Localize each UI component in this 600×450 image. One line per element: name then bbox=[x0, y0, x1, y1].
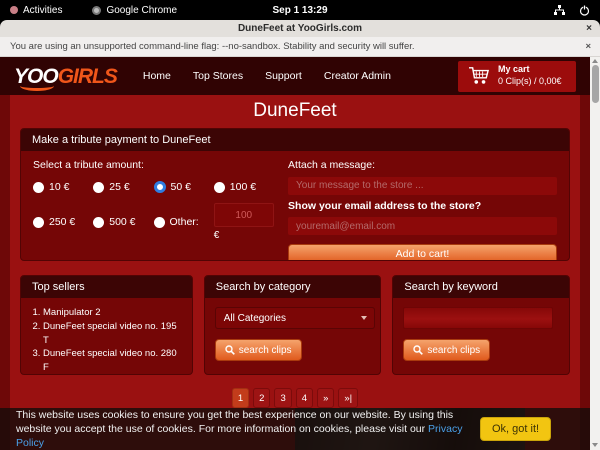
clock[interactable]: Sep 1 13:29 bbox=[0, 5, 600, 16]
search-category-panel: Search by category All Categories bbox=[204, 275, 382, 375]
page-button-3[interactable]: 3 bbox=[274, 388, 291, 408]
tribute-panel-header: Make a tribute payment to DuneFeet bbox=[21, 129, 569, 151]
scrollbar[interactable] bbox=[590, 57, 600, 450]
amount-option[interactable]: 250 € bbox=[33, 203, 93, 241]
page-button-2[interactable]: 2 bbox=[253, 388, 270, 408]
pagination: 1234»»| bbox=[10, 388, 580, 408]
browser-viewport: YOOGIRLS Home Top Stores Support Creator… bbox=[0, 57, 600, 450]
page-body: DuneFeet Make a tribute payment to DuneF… bbox=[0, 95, 590, 450]
radio-icon[interactable] bbox=[33, 182, 44, 193]
main-nav: Home Top Stores Support Creator Admin bbox=[143, 70, 391, 82]
top-seller-item[interactable]: DuneFeet special video no. 280 F bbox=[43, 347, 184, 375]
tribute-message-section: Attach a message: Show your email addres… bbox=[288, 159, 557, 261]
add-to-cart-button[interactable]: Add to cart! bbox=[288, 244, 557, 261]
cart-icon bbox=[468, 66, 490, 86]
page-button-1[interactable]: 1 bbox=[232, 388, 249, 408]
top-sellers-header: Top sellers bbox=[21, 276, 192, 298]
webpage: YOOGIRLS Home Top Stores Support Creator… bbox=[0, 57, 590, 450]
nav-item-top-stores[interactable]: Top Stores bbox=[193, 70, 243, 82]
site-header: YOOGIRLS Home Top Stores Support Creator… bbox=[0, 57, 590, 95]
top-seller-item[interactable]: Manipulator 2 bbox=[43, 306, 184, 320]
radio-icon[interactable] bbox=[33, 217, 44, 228]
cookie-text: This website uses cookies to ensure you … bbox=[0, 408, 480, 450]
network-icon bbox=[554, 5, 565, 16]
tribute-amounts-section: Select a tribute amount: 10 € 25 € 50 € 100… bbox=[33, 159, 274, 261]
amount-option-other[interactable]: Other: bbox=[154, 203, 214, 241]
search-keyword-panel: Search by keyword search clips bbox=[392, 275, 570, 375]
message-label: Attach a message: bbox=[288, 159, 557, 171]
other-label: Other: bbox=[170, 216, 199, 228]
logo-part2: GIRLS bbox=[58, 65, 117, 88]
bottom-panels: Top sellers Manipulator 2DuneFeet specia… bbox=[20, 275, 570, 375]
browser-warning-bar: You are using an unsupported command-lin… bbox=[0, 37, 600, 57]
warning-close-button[interactable]: × bbox=[585, 41, 591, 52]
search-keyword-header: Search by keyword bbox=[393, 276, 569, 298]
top-sellers-list: Manipulator 2DuneFeet special video no. … bbox=[21, 298, 192, 375]
scroll-up-icon[interactable] bbox=[592, 59, 598, 63]
search-icon bbox=[225, 345, 235, 355]
scroll-down-icon[interactable] bbox=[592, 443, 598, 447]
category-select[interactable]: All Categories bbox=[215, 307, 375, 329]
radio-icon[interactable] bbox=[154, 181, 166, 193]
scrollbar-thumb[interactable] bbox=[592, 65, 599, 103]
top-sellers-panel: Top sellers Manipulator 2DuneFeet specia… bbox=[20, 275, 193, 375]
search-clips-category-button[interactable]: search clips bbox=[215, 339, 302, 361]
radio-icon[interactable] bbox=[154, 217, 165, 228]
top-seller-item[interactable]: DuneFeet special video no. 195 T bbox=[43, 320, 184, 348]
amount-option[interactable]: 50 € bbox=[154, 181, 214, 193]
amount-option[interactable]: 500 € bbox=[93, 203, 153, 241]
page-button-next[interactable]: » bbox=[317, 388, 334, 408]
system-tray[interactable] bbox=[554, 5, 590, 16]
search-category-header: Search by category bbox=[205, 276, 381, 298]
cart-button[interactable]: My cart 0 Clip(s) / 0,00€ bbox=[458, 61, 576, 92]
screen: Activities Google Chrome Sep 1 13:29 Dun… bbox=[0, 0, 600, 450]
tribute-panel: Make a tribute payment to DuneFeet Selec… bbox=[20, 128, 570, 261]
currency-symbol: € bbox=[214, 230, 274, 241]
warning-text: You are using an unsupported command-lin… bbox=[10, 41, 415, 52]
radio-icon[interactable] bbox=[214, 182, 225, 193]
nav-item-creator-admin[interactable]: Creator Admin bbox=[324, 70, 391, 82]
amount-option[interactable]: 10 € bbox=[33, 181, 93, 193]
amount-option[interactable]: 100 € bbox=[214, 181, 274, 193]
nav-item-home[interactable]: Home bbox=[143, 70, 171, 82]
amount-label: 100 € bbox=[230, 181, 256, 193]
other-amount-wrap: € bbox=[214, 203, 274, 241]
other-amount-input[interactable] bbox=[214, 203, 274, 227]
cookie-consent-bar: This website uses cookies to ensure you … bbox=[0, 408, 590, 450]
cart-summary: 0 Clip(s) / 0,00€ bbox=[498, 76, 562, 88]
cart-title: My cart bbox=[498, 64, 562, 76]
keyword-input[interactable] bbox=[403, 307, 553, 329]
amount-option[interactable]: 25 € bbox=[93, 181, 153, 193]
amount-options: 10 € 25 € 50 € 100 € 250 € 500 € Other: € bbox=[33, 181, 274, 241]
email-input[interactable] bbox=[288, 217, 557, 235]
cart-texts: My cart 0 Clip(s) / 0,00€ bbox=[498, 64, 562, 87]
desktop-top-bar: Activities Google Chrome Sep 1 13:29 bbox=[0, 0, 600, 20]
search-clips-keyword-button[interactable]: search clips bbox=[403, 339, 490, 361]
radio-icon[interactable] bbox=[93, 182, 104, 193]
message-input[interactable] bbox=[288, 177, 557, 195]
amount-label: 500 € bbox=[109, 216, 135, 228]
page-button-4[interactable]: 4 bbox=[296, 388, 313, 408]
site-logo[interactable]: YOOGIRLS bbox=[14, 66, 117, 87]
amount-label: 10 € bbox=[49, 181, 69, 193]
power-icon bbox=[579, 5, 590, 16]
window-title-bar[interactable]: DuneFeet at YooGirls.com × bbox=[0, 20, 600, 37]
amount-label: 50 € bbox=[171, 181, 191, 193]
page-title: DuneFeet bbox=[10, 95, 580, 125]
chevron-down-icon bbox=[361, 316, 367, 320]
email-label: Show your email address to the store? bbox=[288, 200, 557, 212]
window-title: DuneFeet at YooGirls.com bbox=[238, 23, 362, 34]
radio-icon[interactable] bbox=[93, 217, 104, 228]
logo-smile-icon bbox=[20, 81, 54, 91]
cookie-accept-button[interactable]: Ok, got it! bbox=[480, 417, 551, 441]
window-close-button[interactable]: × bbox=[586, 23, 592, 34]
amount-label: 250 € bbox=[49, 216, 75, 228]
amount-select-label: Select a tribute amount: bbox=[33, 159, 274, 171]
nav-item-support[interactable]: Support bbox=[265, 70, 302, 82]
amount-label: 25 € bbox=[109, 181, 129, 193]
page-button-nextnext[interactable]: »| bbox=[338, 388, 358, 408]
category-selected-option: All Categories bbox=[224, 313, 286, 324]
search-icon bbox=[413, 345, 423, 355]
